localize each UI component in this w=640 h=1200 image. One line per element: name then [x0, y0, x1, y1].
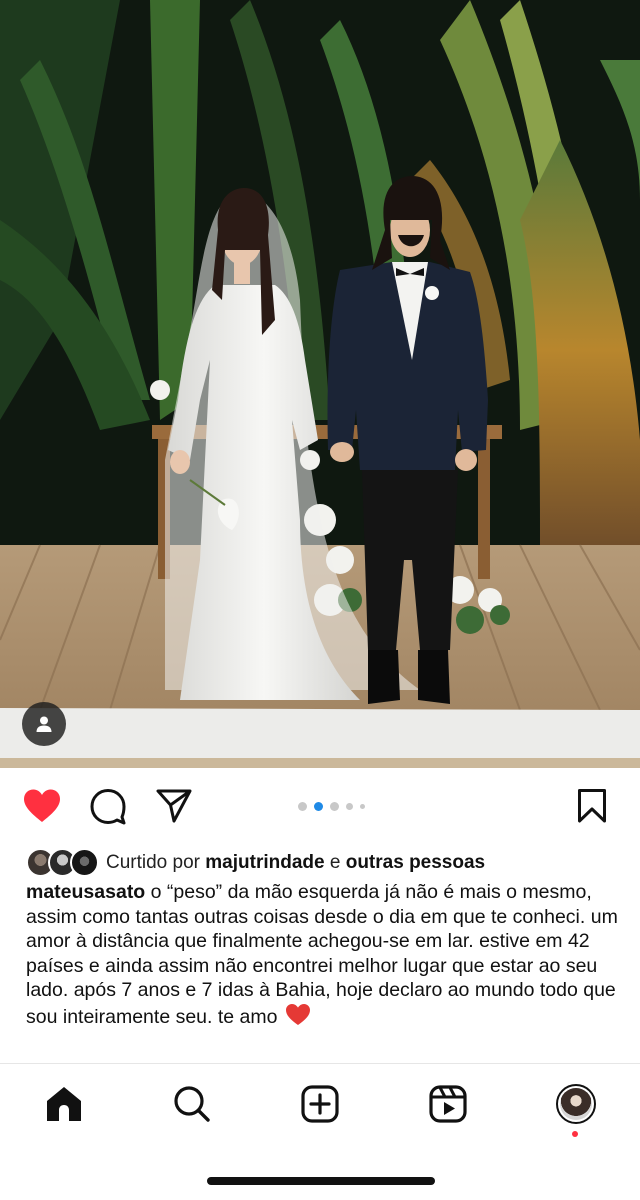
bottom-tab-bar [0, 1064, 640, 1144]
caption-username[interactable]: mateusasato [26, 881, 145, 903]
post-action-bar [0, 768, 640, 844]
post-image[interactable] [0, 0, 640, 768]
carousel-dot [360, 804, 365, 809]
comment-bubble-icon [90, 789, 126, 825]
plus-square-icon [301, 1085, 339, 1123]
caption-text: o “peso” da mão esquerda já não é mais o… [26, 881, 618, 1028]
carousel-dot-active [314, 802, 323, 811]
liked-by-text: Curtido por majutrindade e outras pessoa… [106, 852, 485, 874]
search-icon [174, 1086, 210, 1122]
tab-create[interactable] [298, 1082, 342, 1126]
comment-button[interactable] [88, 786, 128, 826]
liker-avatars [26, 847, 102, 879]
profile-avatar [556, 1084, 596, 1124]
liked-by-others[interactable]: outras pessoas [346, 852, 485, 873]
heart-filled-icon [24, 789, 60, 822]
tab-profile[interactable] [554, 1082, 598, 1126]
home-icon [47, 1087, 81, 1121]
carousel-indicator [298, 802, 365, 811]
share-button[interactable] [154, 786, 194, 826]
like-button[interactable] [22, 786, 62, 826]
home-indicator[interactable] [207, 1177, 435, 1185]
liked-by-row[interactable]: Curtido por majutrindade e outras pessoa… [26, 847, 485, 879]
tab-search[interactable] [170, 1082, 214, 1126]
tagged-users-button[interactable] [22, 702, 66, 746]
profile-notification-dot [572, 1131, 578, 1137]
carousel-dot [330, 802, 339, 811]
tab-home[interactable] [42, 1082, 86, 1126]
carousel-dot [346, 803, 353, 810]
avatar [70, 848, 99, 877]
carousel-dot [298, 802, 307, 811]
bookmark-icon [578, 789, 606, 823]
reels-icon [429, 1085, 467, 1123]
liked-by-prefix: Curtido por [106, 852, 206, 873]
tab-reels[interactable] [426, 1082, 470, 1126]
save-button[interactable] [572, 786, 612, 826]
red-heart-icon [285, 1003, 311, 1033]
liked-by-conjunction: e [324, 852, 346, 873]
post-caption: mateusasato o “peso” da mão esquerda já … [26, 880, 618, 1033]
paper-plane-icon [156, 789, 192, 823]
liker-username[interactable]: majutrindade [205, 852, 324, 873]
person-icon [36, 716, 52, 732]
wedding-photo [0, 0, 640, 768]
